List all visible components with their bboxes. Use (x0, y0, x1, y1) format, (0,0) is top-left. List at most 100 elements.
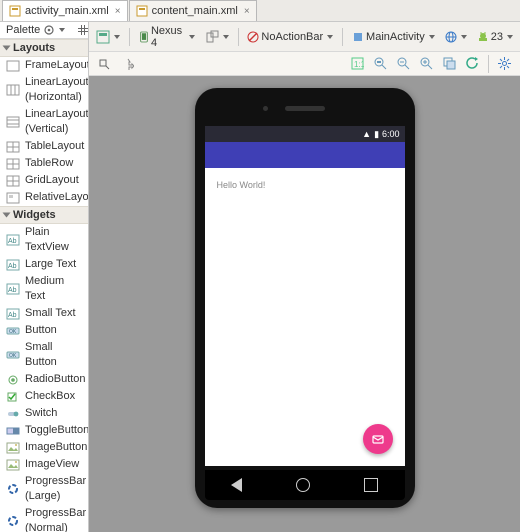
palette-item[interactable]: TableRow (0, 155, 88, 172)
palette-item[interactable]: Ab Plain TextView (0, 224, 88, 256)
palette-header: Palette (0, 22, 88, 39)
device-nav-bar (205, 470, 405, 500)
svg-text:Ab: Ab (8, 238, 17, 245)
device-selector[interactable]: Nexus 4 (136, 23, 198, 51)
palette-panel: Palette Layouts FrameLayout LinearLayout … (0, 22, 89, 532)
palette-title: Palette (6, 24, 40, 36)
signal-icon: ▲ (362, 129, 371, 139)
palette-item[interactable]: RelativeLayout (0, 189, 88, 206)
design-view-button[interactable] (93, 28, 123, 46)
palette-item[interactable]: ProgressBar (Normal) (0, 505, 88, 532)
device-label: Nexus 4 (151, 25, 185, 49)
settings-icon[interactable] (495, 55, 514, 72)
palette-item-label: LinearLayout (Vertical) (25, 107, 89, 137)
nav-home-icon (296, 478, 310, 492)
palette-item[interactable]: ImageButton (0, 439, 88, 456)
tab-content-main[interactable]: content_main.xml × (129, 0, 257, 21)
widget-icon: OK (6, 349, 20, 361)
zoom-in-icon[interactable] (417, 55, 436, 72)
palette-item-label: RadioButton (25, 372, 86, 387)
activity-selector[interactable]: MainActivity (349, 29, 438, 45)
section-layouts[interactable]: Layouts (0, 39, 88, 57)
tab-label: content_main.xml (152, 5, 238, 17)
widget-icon: OK (6, 325, 20, 337)
battery-icon: ▮ (374, 129, 379, 140)
hello-text[interactable]: Hello World! (217, 180, 393, 190)
palette-settings-icon[interactable] (40, 22, 68, 38)
palette-item[interactable]: OKSmall Button (0, 339, 88, 371)
palette-item[interactable]: AbLarge Text (0, 256, 88, 273)
tab-activity-main[interactable]: activity_main.xml × (2, 0, 128, 21)
palette-item-label: Switch (25, 406, 57, 421)
content-area[interactable]: Hello World! (205, 168, 405, 466)
palette-item[interactable]: LinearLayout (Horizontal) (0, 74, 88, 106)
palette-item[interactable]: CheckBox (0, 388, 88, 405)
widget-icon (6, 175, 20, 187)
pan-tool-icon[interactable] (119, 56, 137, 72)
palette-item-label: Medium Text (25, 274, 84, 304)
fit-screen-icon[interactable]: 1:1 (348, 55, 367, 72)
svg-text:Ab: Ab (8, 312, 17, 319)
palette-item[interactable]: Switch (0, 405, 88, 422)
status-time: 6:00 (382, 129, 400, 139)
palette-item[interactable]: LinearLayout (Vertical) (0, 106, 88, 138)
xml-file-icon (136, 5, 148, 17)
widget-icon (6, 84, 20, 96)
palette-item[interactable]: Ab Small Text (0, 305, 88, 322)
designer-subtoolbar: 1:1 (89, 52, 520, 76)
api-selector[interactable]: 23 (474, 29, 516, 45)
palette-item[interactable]: Ab Medium Text (0, 273, 88, 305)
palette-item-label: Plain TextView (25, 225, 84, 255)
close-icon[interactable]: × (244, 6, 250, 17)
theme-label: NoActionBar (261, 31, 323, 43)
fab-button[interactable] (363, 424, 393, 454)
design-canvas[interactable]: ▲ ▮ 6:00 Hello World! (89, 76, 520, 532)
device-screen: ▲ ▮ 6:00 Hello World! (205, 126, 405, 466)
close-icon[interactable]: × (115, 6, 121, 17)
tab-label: activity_main.xml (25, 5, 109, 17)
palette-item[interactable]: OKButton (0, 322, 88, 339)
zoom-tool-icon[interactable] (95, 56, 113, 72)
widget-icon: Ab (6, 283, 20, 295)
palette-item-label: GridLayout (25, 173, 79, 188)
widget-icon: Ab (6, 234, 20, 246)
locale-button[interactable] (442, 29, 470, 45)
widget-icon (6, 442, 20, 454)
zoom-fit-icon[interactable] (371, 55, 390, 72)
api-label: 23 (491, 31, 503, 43)
palette-item[interactable]: TableLayout (0, 138, 88, 155)
palette-item[interactable]: FrameLayout (0, 57, 88, 74)
palette-item-label: LinearLayout (Horizontal) (25, 75, 89, 105)
status-bar: ▲ ▮ 6:00 (205, 126, 405, 142)
palette-item-label: ToggleButton (25, 423, 89, 438)
app-bar (205, 142, 405, 168)
palette-item[interactable]: ProgressBar (Large) (0, 473, 88, 505)
palette-item[interactable]: ToggleButton (0, 422, 88, 439)
activity-label: MainActivity (366, 31, 425, 43)
widget-icon (6, 408, 20, 420)
widget-icon: Ab (6, 308, 20, 320)
palette-item[interactable]: RadioButton (0, 371, 88, 388)
palette-search-icon[interactable] (74, 22, 89, 38)
layers-icon[interactable] (440, 55, 459, 72)
widget-icon (6, 158, 20, 170)
orientation-button[interactable] (202, 28, 232, 46)
palette-item-label: FrameLayout (25, 58, 89, 73)
widget-icon (6, 425, 20, 437)
refresh-icon[interactable] (463, 55, 482, 72)
svg-text:OK: OK (9, 353, 17, 359)
widget-icon: Ab (6, 259, 20, 271)
palette-item[interactable]: GridLayout (0, 172, 88, 189)
widget-icon (6, 459, 20, 471)
section-widgets[interactable]: Widgets (0, 206, 88, 224)
palette-item[interactable]: ImageView (0, 456, 88, 473)
zoom-out-icon[interactable] (394, 55, 413, 72)
palette-item-label: Small Text (25, 306, 76, 321)
palette-item-label: ImageView (25, 457, 79, 472)
theme-selector[interactable]: NoActionBar (244, 29, 336, 45)
palette-item-label: CheckBox (25, 389, 75, 404)
palette-item-label: ProgressBar (Large) (25, 474, 86, 504)
designer-toolbar: Nexus 4 NoActionBar MainActivity 23 (89, 22, 520, 52)
xml-file-icon (9, 5, 21, 17)
svg-text:OK: OK (9, 329, 17, 335)
